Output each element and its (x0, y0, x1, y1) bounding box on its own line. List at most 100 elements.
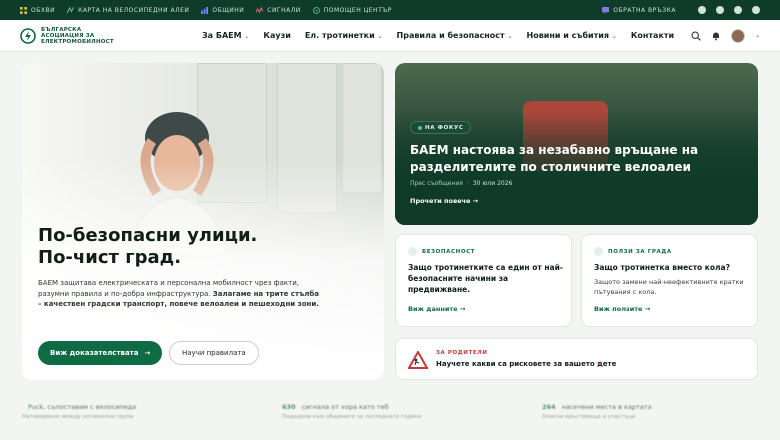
arrow-right-icon: → (459, 305, 466, 313)
feedback-label: ОБРАТНА ВРЪЗКА (613, 6, 676, 14)
instagram-icon[interactable] (716, 6, 724, 14)
help-icon (312, 6, 320, 14)
nav-item-causes[interactable]: Каузи (263, 31, 290, 40)
youtube-icon[interactable] (734, 6, 742, 14)
main-header: БЪЛГАРСКА АСОЦИАЦИЯ ЗА ЕЛЕКТРОМОБИЛНОСТ … (0, 20, 780, 52)
top-bar: ОБХВИ КАРТА НА ВЕЛОСИПЕДНИ АЛЕИ ОБЩИНИ С… (0, 0, 780, 20)
nav-item-news[interactable]: Новини и събития ⌄ (527, 31, 617, 40)
leaf-icon (594, 247, 603, 256)
stat-item: 630 сигнала от хора като теб Подадени към… (260, 393, 520, 440)
badge-label: НА ФОКУС (425, 124, 464, 131)
bolt-logo-icon (20, 27, 36, 44)
stat-number: 264 (542, 403, 556, 411)
parents-tag: ЗА РОДИТЕЛИ (436, 350, 488, 356)
main-nav: За БАЕМ ⌄ Каузи Ел. тротинетки ⌄ Правила… (202, 31, 674, 40)
topbar-link-signals[interactable]: СИГНАЛИ (256, 6, 300, 14)
view-benefits-link[interactable]: Виж ползите → (594, 305, 650, 313)
card-title: Защо тротинетките са един от най-безопас… (408, 263, 563, 294)
chevron-down-icon: ⌄ (507, 33, 513, 40)
learn-rules-button[interactable]: Научи правилата (169, 341, 259, 365)
header-actions: ⌄ (691, 28, 760, 43)
linkedin-icon[interactable] (752, 6, 760, 14)
stat-sub: Подадени към общините за последната годи… (282, 414, 422, 420)
nav-label: За БАЕМ (202, 31, 242, 40)
meta-separator: · (466, 180, 469, 187)
bell-icon[interactable] (711, 31, 721, 41)
topbar-link-label: ОБЩИНИ (212, 6, 245, 14)
card-tag-label: ПОЛЗИ ЗА ГРАДА (608, 248, 672, 255)
chat-icon (602, 6, 610, 14)
hero-description: БАЕМ защитава електрическата и персоналн… (38, 278, 323, 310)
nav-label: Правила и безопасност (396, 31, 505, 40)
shield-icon (408, 247, 417, 256)
stats-strip: Puck, съпоставим с велосипеда Натоварван… (0, 393, 780, 440)
nav-item-about[interactable]: За БАЕМ ⌄ (202, 31, 249, 40)
grid-icon (20, 6, 27, 14)
search-icon[interactable] (691, 30, 701, 41)
parents-banner[interactable]: ЗА РОДИТЕЛИ Научете какви са рисковете з… (395, 338, 758, 380)
arrow-right-icon: → (644, 305, 651, 313)
topbar-link-help[interactable]: ПОМОЩЕН ЦЕНТЪР (312, 6, 392, 14)
hero-title-line: По-чист град. (38, 247, 182, 268)
read-more-link[interactable]: Прочети повече → (410, 197, 478, 205)
user-avatar[interactable] (730, 28, 745, 43)
arrow-right-icon: → (472, 197, 479, 205)
focus-badge: НА ФОКУС (410, 121, 472, 134)
card-tag-label: БЕЗОПАСНОСТ (422, 248, 476, 255)
feature-meta: Прес съобщения · 30 юли 2026 (410, 180, 512, 187)
link-label: Виж данните (408, 305, 458, 313)
button-label: Виж доказателствата (50, 349, 139, 357)
map-icon (67, 6, 75, 13)
button-label: Научи правилата (182, 349, 246, 357)
topbar-link-map[interactable]: КАРТА НА ВЕЛОСИПЕДНИ АЛЕИ (67, 6, 189, 14)
arrow-right-icon: → (596, 359, 602, 367)
hero-title: По-безопасни улици. По-чист град. (38, 225, 338, 269)
chevron-down-icon: ⌄ (377, 33, 383, 40)
featured-news-card[interactable]: НА ФОКУС БАЕМ настоява за незабавно връщ… (395, 63, 758, 225)
topbar-link-label: ПОМОЩЕН ЦЕНТЪР (323, 6, 392, 14)
feature-category[interactable]: Прес съобщения (410, 180, 463, 187)
card-tag: БЕЗОПАСНОСТ (408, 247, 475, 256)
dot-icon (418, 125, 422, 130)
topbar-link-label: ОБХВИ (31, 6, 56, 14)
topbar-link-communes[interactable]: ОБЩИНИ (201, 6, 245, 14)
feedback-link[interactable]: ОБРАТНА ВРЪЗКА (602, 6, 676, 14)
stat-label: насечени места в картата (561, 403, 652, 411)
card-text: Защото замени най-неефективните кратки п… (594, 278, 744, 296)
stat-label: сигнала от хора като теб (301, 403, 389, 411)
hero-card: По-безопасни улици. По-чист град. БАЕМ з… (22, 63, 384, 380)
topbar-link-obhvi[interactable]: ОБХВИ (20, 6, 56, 14)
stat-number: 630 (282, 403, 296, 411)
logo-line: ЕЛЕКТРОМОБИЛНОСТ (41, 38, 114, 45)
nav-item-contacts[interactable]: Контакти (631, 31, 674, 40)
safety-card[interactable]: БЕЗОПАСНОСТ Защо тротинетките са един от… (395, 234, 572, 327)
hero-title-line: По-безопасни улици. (38, 225, 258, 246)
stat-item: 264 насечени места в картата Опасни кръст… (520, 393, 780, 440)
chevron-down-icon: ⌄ (244, 33, 250, 40)
stat-label: Puck, съпоставим с велосипеда (28, 403, 137, 411)
view-evidence-button[interactable]: Виж доказателствата → (38, 341, 163, 365)
chevron-down-icon[interactable]: ⌄ (755, 32, 760, 39)
link-label: Виж ползите (594, 305, 643, 313)
city-benefits-card[interactable]: ПОЛЗИ ЗА ГРАДА Защо тротинетка вместо ко… (581, 234, 758, 327)
nav-label: Ел. тротинетки (304, 31, 375, 40)
warning-sign-icon (408, 351, 428, 369)
stat-item: Puck, съпоставим с велосипеда Натоварван… (0, 393, 260, 440)
nav-label: Новини и събития (526, 31, 610, 40)
link-label: Прочети повече (410, 197, 471, 205)
view-data-link[interactable]: Виж данните → (408, 305, 465, 313)
chart-icon (201, 6, 209, 14)
nav-item-escooters[interactable]: Ел. тротинетки ⌄ (305, 31, 383, 40)
hero-overlay (22, 63, 384, 380)
parents-title: Научете какви са рисковете за вашето дет… (436, 360, 617, 368)
facebook-icon[interactable] (698, 6, 706, 14)
signal-icon (256, 6, 264, 14)
nav-item-rules[interactable]: Правила и безопасност ⌄ (397, 31, 513, 40)
topbar-right: ОБРАТНА ВРЪЗКА (602, 6, 760, 14)
feature-title[interactable]: БАЕМ настоява за незабавно връщане на ра… (410, 142, 740, 176)
feature-date: 30 юли 2026 (472, 180, 513, 187)
stat-sub: Натоварване между оптимални групи (22, 414, 134, 420)
logo-text: БЪЛГАРСКА АСОЦИАЦИЯ ЗА ЕЛЕКТРОМОБИЛНОСТ (41, 27, 114, 45)
card-tag: ПОЛЗИ ЗА ГРАДА (594, 247, 672, 256)
site-logo[interactable]: БЪЛГАРСКА АСОЦИАЦИЯ ЗА ЕЛЕКТРОМОБИЛНОСТ (20, 27, 200, 45)
